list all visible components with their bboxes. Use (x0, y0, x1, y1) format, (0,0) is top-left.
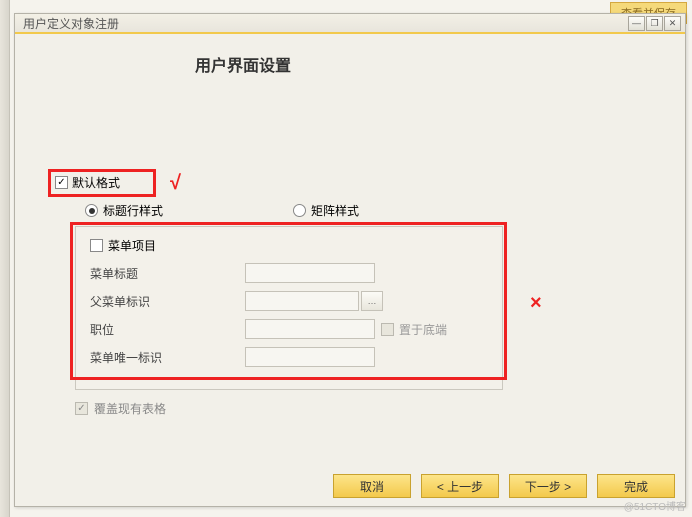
matrix-style-radio[interactable] (293, 204, 306, 217)
menu-title-label: 菜单标题 (90, 265, 245, 282)
menu-item-checkbox[interactable] (90, 239, 103, 252)
place-at-bottom-label: 置于底端 (399, 321, 447, 338)
prev-button[interactable]: < 上一步 (421, 474, 499, 498)
place-at-bottom-checkbox[interactable] (381, 323, 394, 336)
menu-title-input[interactable] (245, 263, 375, 283)
position-label: 职位 (90, 321, 245, 338)
finish-button[interactable]: 完成 (597, 474, 675, 498)
title-row-style-label: 标题行样式 (103, 202, 163, 219)
menu-item-label: 菜单项目 (108, 237, 156, 254)
next-button[interactable]: 下一步 > (509, 474, 587, 498)
titlebar: 用户定义对象注册 — ❐ ✕ (15, 14, 685, 34)
menu-unique-id-label: 菜单唯一标识 (90, 349, 245, 366)
matrix-style-label: 矩阵样式 (311, 202, 359, 219)
page-title: 用户界面设置 (195, 52, 291, 76)
default-format-checkbox[interactable]: ✓ (55, 176, 68, 189)
parent-menu-id-label: 父菜单标识 (90, 293, 245, 310)
watermark: @51CTO博客 (624, 498, 686, 513)
parent-menu-id-input[interactable] (245, 291, 359, 311)
restore-button[interactable]: ❐ (646, 16, 663, 31)
close-button[interactable]: ✕ (664, 16, 681, 31)
position-input[interactable] (245, 319, 375, 339)
menu-unique-id-input[interactable] (245, 347, 375, 367)
default-format-label: 默认格式 (72, 174, 120, 191)
title-row-style-radio[interactable] (85, 204, 98, 217)
parent-menu-id-browse-button[interactable]: … (361, 291, 383, 311)
menu-settings-group: 菜单项目 菜单标题 父菜单标识 … 职位 置于底端 菜单唯一标识 (75, 226, 503, 390)
dialog-window: 用户定义对象注册 — ❐ ✕ 用户界面设置 ✓ 默认格式 √ 标题行样式 矩阵样… (14, 13, 686, 507)
cover-existing-checkbox: ✓ (75, 402, 88, 415)
window-title: 用户定义对象注册 (23, 15, 628, 32)
cover-existing-label: 覆盖现有表格 (94, 400, 166, 417)
minimize-button[interactable]: — (628, 16, 645, 31)
annotation-x-icon: × (530, 292, 542, 315)
annotation-check-icon: √ (170, 172, 181, 195)
cancel-button[interactable]: 取消 (333, 474, 411, 498)
